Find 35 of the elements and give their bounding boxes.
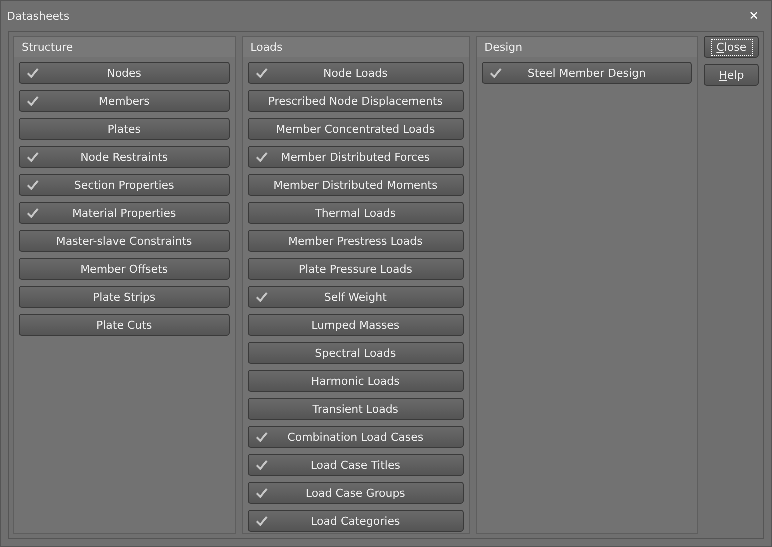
datasheet-toggle-button[interactable]: Load Case Groups: [248, 482, 464, 504]
datasheet-toggle-button[interactable]: Section Properties: [19, 174, 230, 196]
datasheet-toggle-button[interactable]: Material Properties: [19, 202, 230, 224]
datasheet-toggle-button[interactable]: Combination Load Cases: [248, 426, 464, 448]
group-title: Design: [484, 40, 523, 54]
datasheet-toggle-button[interactable]: Plate Cuts: [19, 314, 230, 336]
datasheet-toggle-button[interactable]: Plate Pressure Loads: [248, 258, 464, 280]
datasheet-toggle-button[interactable]: Lumped Masses: [248, 314, 464, 336]
datasheet-toggle-button[interactable]: Master-slave Constraints: [19, 230, 230, 252]
datasheet-toggle-button[interactable]: Members: [19, 90, 230, 112]
datasheet-toggle-button[interactable]: Node Restraints: [19, 146, 230, 168]
datasheet-toggle-button[interactable]: Plate Strips: [19, 286, 230, 308]
dialog-button[interactable]: Close: [704, 36, 759, 58]
dialog-button[interactable]: Help: [704, 64, 759, 86]
datasheet-toggle-button[interactable]: Harmonic Loads: [248, 370, 464, 392]
group-title: Structure: [22, 40, 74, 54]
datasheet-toggle-button[interactable]: Member Distributed Forces: [248, 146, 464, 168]
datasheet-toggle-button[interactable]: Member Offsets: [19, 258, 230, 280]
datasheet-toggle-button[interactable]: Prescribed Node Displacements: [248, 90, 464, 112]
datasheet-toggle-button[interactable]: Member Concentrated Loads: [248, 118, 464, 140]
datasheet-toggle-button[interactable]: Steel Member Design: [482, 62, 692, 84]
datasheet-toggle-button[interactable]: Transient Loads: [248, 398, 464, 420]
window-title: Datasheets: [7, 10, 70, 22]
datasheet-toggle-button[interactable]: Load Categories: [248, 510, 464, 532]
datasheet-toggle-button[interactable]: Plates: [19, 118, 230, 140]
group-title: Loads: [250, 40, 283, 54]
datasheet-toggle-button[interactable]: Load Case Titles: [248, 454, 464, 476]
datasheet-toggle-button[interactable]: Spectral Loads: [248, 342, 464, 364]
datasheet-toggle-button[interactable]: Self Weight: [248, 286, 464, 308]
datasheet-toggle-button[interactable]: Node Loads: [248, 62, 464, 84]
datasheet-toggle-button[interactable]: Member Prestress Loads: [248, 230, 464, 252]
datasheet-toggle-button[interactable]: Nodes: [19, 62, 230, 84]
datasheet-toggle-button[interactable]: Member Distributed Moments: [248, 174, 464, 196]
close-icon[interactable]: ✕: [744, 9, 763, 23]
datasheet-toggle-button[interactable]: Thermal Loads: [248, 202, 464, 224]
